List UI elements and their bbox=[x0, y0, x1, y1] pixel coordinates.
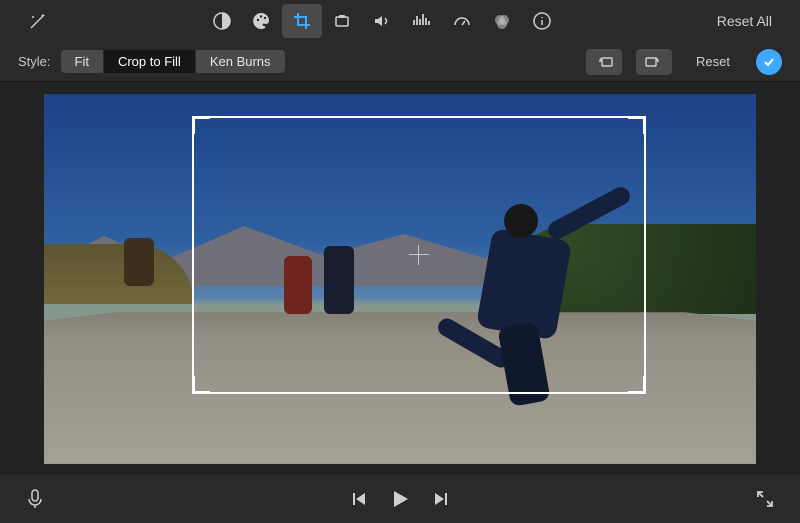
reset-all-button[interactable]: Reset All bbox=[707, 9, 782, 33]
next-button[interactable] bbox=[433, 491, 449, 507]
playback-bar bbox=[0, 475, 800, 523]
previous-button[interactable] bbox=[351, 491, 367, 507]
apply-checkmark-button[interactable] bbox=[756, 49, 782, 75]
inspector-toolbar: Reset All bbox=[0, 0, 800, 42]
auto-enhance-wand-icon[interactable] bbox=[18, 4, 58, 38]
crop-rectangle[interactable] bbox=[192, 116, 646, 394]
rotate-ccw-button[interactable] bbox=[586, 49, 622, 75]
style-label: Style: bbox=[18, 54, 51, 69]
imovie-crop-panel: Reset All Style: Fit Crop to Fill Ken Bu… bbox=[0, 0, 800, 523]
info-icon[interactable] bbox=[522, 4, 562, 38]
stabilization-icon[interactable] bbox=[322, 4, 362, 38]
crop-icon[interactable] bbox=[282, 4, 322, 38]
play-button[interactable] bbox=[389, 488, 411, 510]
crop-style-bar: Style: Fit Crop to Fill Ken Burns Reset bbox=[0, 42, 800, 82]
rotate-cw-button[interactable] bbox=[636, 49, 672, 75]
style-option-fit[interactable]: Fit bbox=[61, 50, 104, 73]
noise-eq-icon[interactable] bbox=[402, 4, 442, 38]
speed-icon[interactable] bbox=[442, 4, 482, 38]
crop-handle-tr[interactable] bbox=[628, 116, 646, 134]
color-palette-icon[interactable] bbox=[242, 4, 282, 38]
reset-button[interactable]: Reset bbox=[686, 50, 740, 73]
crop-handle-br[interactable] bbox=[628, 376, 646, 394]
preview-viewer bbox=[0, 82, 800, 475]
crop-handle-tl[interactable] bbox=[192, 116, 210, 134]
crop-handle-bl[interactable] bbox=[192, 376, 210, 394]
filters-overlap-icon[interactable] bbox=[482, 4, 522, 38]
tool-icon-group bbox=[202, 4, 562, 38]
voiceover-mic-button[interactable] bbox=[26, 488, 44, 510]
crop-center-cross-icon bbox=[409, 245, 429, 265]
video-frame bbox=[44, 94, 756, 464]
volume-icon[interactable] bbox=[362, 4, 402, 38]
fullscreen-button[interactable] bbox=[756, 490, 774, 508]
color-balance-icon[interactable] bbox=[202, 4, 242, 38]
style-option-ken-burns[interactable]: Ken Burns bbox=[196, 50, 285, 73]
style-segmented-control: Fit Crop to Fill Ken Burns bbox=[61, 50, 285, 73]
style-option-crop-to-fill[interactable]: Crop to Fill bbox=[104, 50, 196, 73]
